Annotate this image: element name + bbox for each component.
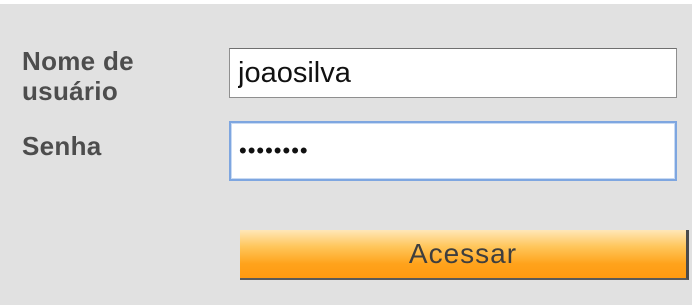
username-field[interactable] — [229, 48, 677, 98]
login-button[interactable]: Acessar — [240, 230, 689, 280]
password-label: Senha — [22, 131, 102, 161]
password-field[interactable] — [229, 121, 677, 181]
username-label: Nome de usuário — [22, 46, 134, 106]
login-panel: Nome de usuário Senha Acessar — [0, 4, 692, 305]
